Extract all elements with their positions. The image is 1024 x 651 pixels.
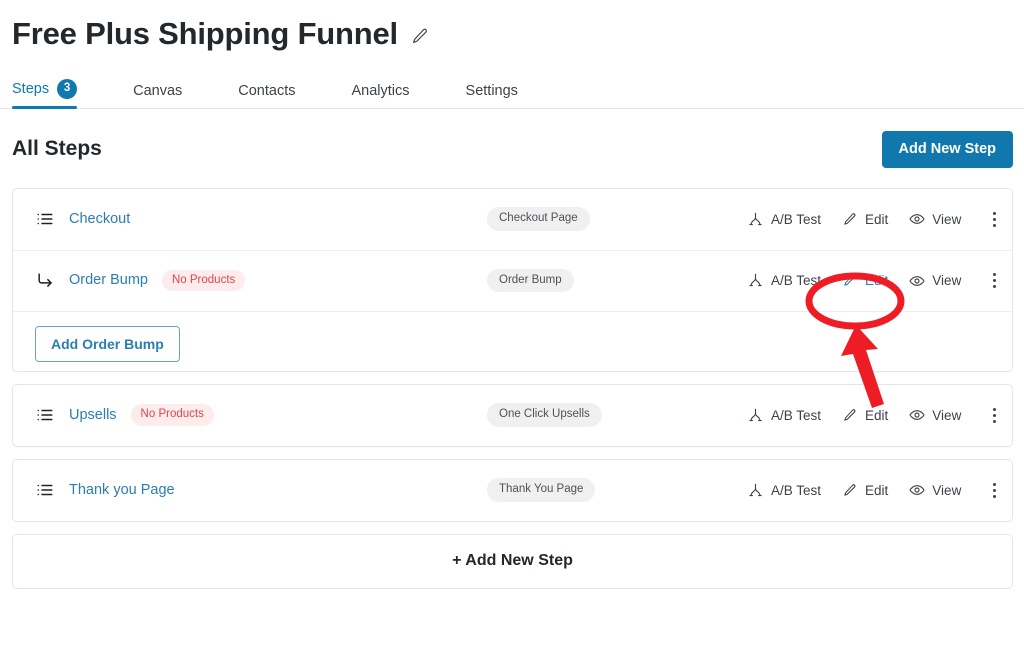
step-identity: Upsells No Products bbox=[35, 404, 487, 426]
table-row[interactable]: Order Bump No Products Order Bump A/B Te… bbox=[13, 249, 1012, 311]
ab-test-label: A/B Test bbox=[771, 407, 822, 423]
pencil-icon bbox=[841, 482, 858, 499]
no-products-badge: No Products bbox=[161, 269, 246, 292]
step-name-link[interactable]: Checkout bbox=[69, 211, 130, 227]
table-row[interactable]: Thank you Page Thank You Page A/B Test E… bbox=[13, 460, 1012, 521]
status-badge: Order Bump bbox=[487, 268, 574, 293]
eye-icon bbox=[908, 272, 925, 289]
funnel-steps-page: Free Plus Shipping Funnel Steps 3 Canvas… bbox=[0, 0, 1024, 651]
step-card-thank-you: Thank you Page Thank You Page A/B Test E… bbox=[12, 458, 1013, 522]
list-icon bbox=[35, 405, 55, 425]
table-row[interactable]: Upsells No Products One Click Upsells A/… bbox=[13, 385, 1012, 446]
status-badge: Checkout Page bbox=[487, 207, 590, 231]
kebab-menu-icon[interactable] bbox=[981, 268, 1007, 294]
step-type-cell: Checkout Page bbox=[487, 207, 737, 231]
add-order-bump-area: Add Order Bump bbox=[13, 310, 1012, 371]
ab-test-label: A/B Test bbox=[771, 273, 822, 288]
step-name-link[interactable]: Thank you Page bbox=[69, 482, 175, 498]
table-row[interactable]: Checkout Checkout Page A/B Test Edit Vie… bbox=[13, 189, 1012, 250]
no-products-badge: No Products bbox=[130, 404, 214, 426]
kebab-menu-icon[interactable] bbox=[981, 402, 1007, 428]
view-label: View bbox=[932, 407, 962, 423]
tab-steps-badge: 3 bbox=[57, 79, 78, 99]
ab-test-icon bbox=[747, 211, 764, 228]
kebab-menu-icon[interactable] bbox=[981, 206, 1007, 232]
pencil-icon bbox=[841, 211, 858, 228]
view-button[interactable]: View bbox=[898, 403, 971, 428]
arrow-turn-right-icon bbox=[35, 270, 55, 290]
edit-button[interactable]: Edit bbox=[831, 403, 898, 428]
step-type-cell: Thank You Page bbox=[487, 478, 737, 502]
view-label: View bbox=[932, 482, 962, 498]
tab-steps-label: Steps bbox=[12, 81, 50, 97]
tab-analytics[interactable]: Analytics bbox=[352, 83, 428, 108]
tab-settings-label: Settings bbox=[465, 83, 518, 99]
edit-label: Edit bbox=[865, 482, 889, 498]
page-title: Free Plus Shipping Funnel bbox=[12, 16, 398, 51]
row-actions: A/B Test Edit View bbox=[737, 206, 1007, 232]
tab-settings[interactable]: Settings bbox=[466, 83, 536, 108]
step-identity: Thank you Page bbox=[35, 480, 487, 500]
row-actions: A/B Test Edit View bbox=[737, 402, 1007, 428]
eye-icon bbox=[908, 482, 925, 499]
add-new-step-label: + Add New Step bbox=[452, 552, 573, 569]
edit-label: Edit bbox=[865, 211, 889, 227]
ab-test-label: A/B Test bbox=[771, 211, 822, 227]
step-type-cell: One Click Upsells bbox=[487, 403, 737, 427]
edit-button[interactable]: Edit bbox=[831, 207, 898, 232]
ab-test-icon bbox=[747, 482, 764, 499]
eye-icon bbox=[908, 407, 925, 424]
row-actions: A/B Test Edit View bbox=[737, 477, 1007, 503]
ab-test-button[interactable]: A/B Test bbox=[737, 403, 831, 428]
list-icon bbox=[35, 480, 55, 500]
row-actions: A/B Test Edit View bbox=[737, 268, 1007, 294]
section-title: All Steps bbox=[12, 137, 102, 161]
pencil-icon[interactable] bbox=[410, 26, 430, 46]
tab-steps[interactable]: Steps 3 bbox=[12, 79, 95, 109]
step-type-cell: Order Bump bbox=[487, 268, 737, 293]
ab-test-button[interactable]: A/B Test bbox=[737, 268, 831, 293]
ab-test-button[interactable]: A/B Test bbox=[737, 478, 831, 503]
list-icon bbox=[35, 209, 55, 229]
status-badge: Thank You Page bbox=[487, 478, 596, 502]
page-header: Free Plus Shipping Funnel bbox=[0, 0, 1024, 54]
edit-button[interactable]: Edit bbox=[831, 268, 898, 293]
step-identity: Checkout bbox=[35, 209, 487, 229]
add-new-step-button[interactable]: Add New Step bbox=[881, 131, 1013, 168]
edit-label: Edit bbox=[865, 407, 889, 423]
edit-label: Edit bbox=[865, 273, 889, 288]
tab-analytics-label: Analytics bbox=[351, 83, 410, 99]
add-new-step-card[interactable]: + Add New Step bbox=[12, 533, 1013, 589]
steps-list: Checkout Checkout Page A/B Test Edit Vie… bbox=[0, 187, 1024, 522]
eye-icon bbox=[908, 211, 925, 228]
add-order-bump-button[interactable]: Add Order Bump bbox=[35, 325, 180, 362]
view-button[interactable]: View bbox=[898, 207, 971, 232]
view-label: View bbox=[932, 273, 962, 288]
edit-button[interactable]: Edit bbox=[831, 478, 898, 503]
step-name-link[interactable]: Upsells bbox=[69, 407, 117, 423]
view-button[interactable]: View bbox=[898, 478, 971, 503]
ab-test-label: A/B Test bbox=[771, 482, 822, 498]
step-name-link[interactable]: Order Bump bbox=[69, 272, 148, 288]
step-card-checkout-group: Checkout Checkout Page A/B Test Edit Vie… bbox=[12, 187, 1013, 372]
tab-contacts-label: Contacts bbox=[238, 83, 296, 99]
pencil-icon bbox=[841, 272, 858, 289]
ab-test-icon bbox=[747, 272, 764, 289]
tab-canvas[interactable]: Canvas bbox=[133, 83, 200, 108]
step-identity: Order Bump No Products bbox=[35, 269, 487, 292]
all-steps-header: All Steps Add New Step bbox=[0, 109, 1024, 188]
status-badge: One Click Upsells bbox=[487, 403, 602, 427]
tab-contacts[interactable]: Contacts bbox=[238, 83, 313, 108]
view-label: View bbox=[932, 211, 962, 227]
view-button[interactable]: View bbox=[898, 268, 971, 293]
pencil-icon bbox=[841, 407, 858, 424]
kebab-menu-icon[interactable] bbox=[981, 477, 1007, 503]
step-card-upsells: Upsells No Products One Click Upsells A/… bbox=[12, 383, 1013, 447]
funnel-tabs: Steps 3 Canvas Contacts Analytics Settin… bbox=[0, 72, 1024, 109]
ab-test-button[interactable]: A/B Test bbox=[737, 207, 831, 232]
ab-test-icon bbox=[747, 407, 764, 424]
tab-canvas-label: Canvas bbox=[133, 83, 183, 99]
